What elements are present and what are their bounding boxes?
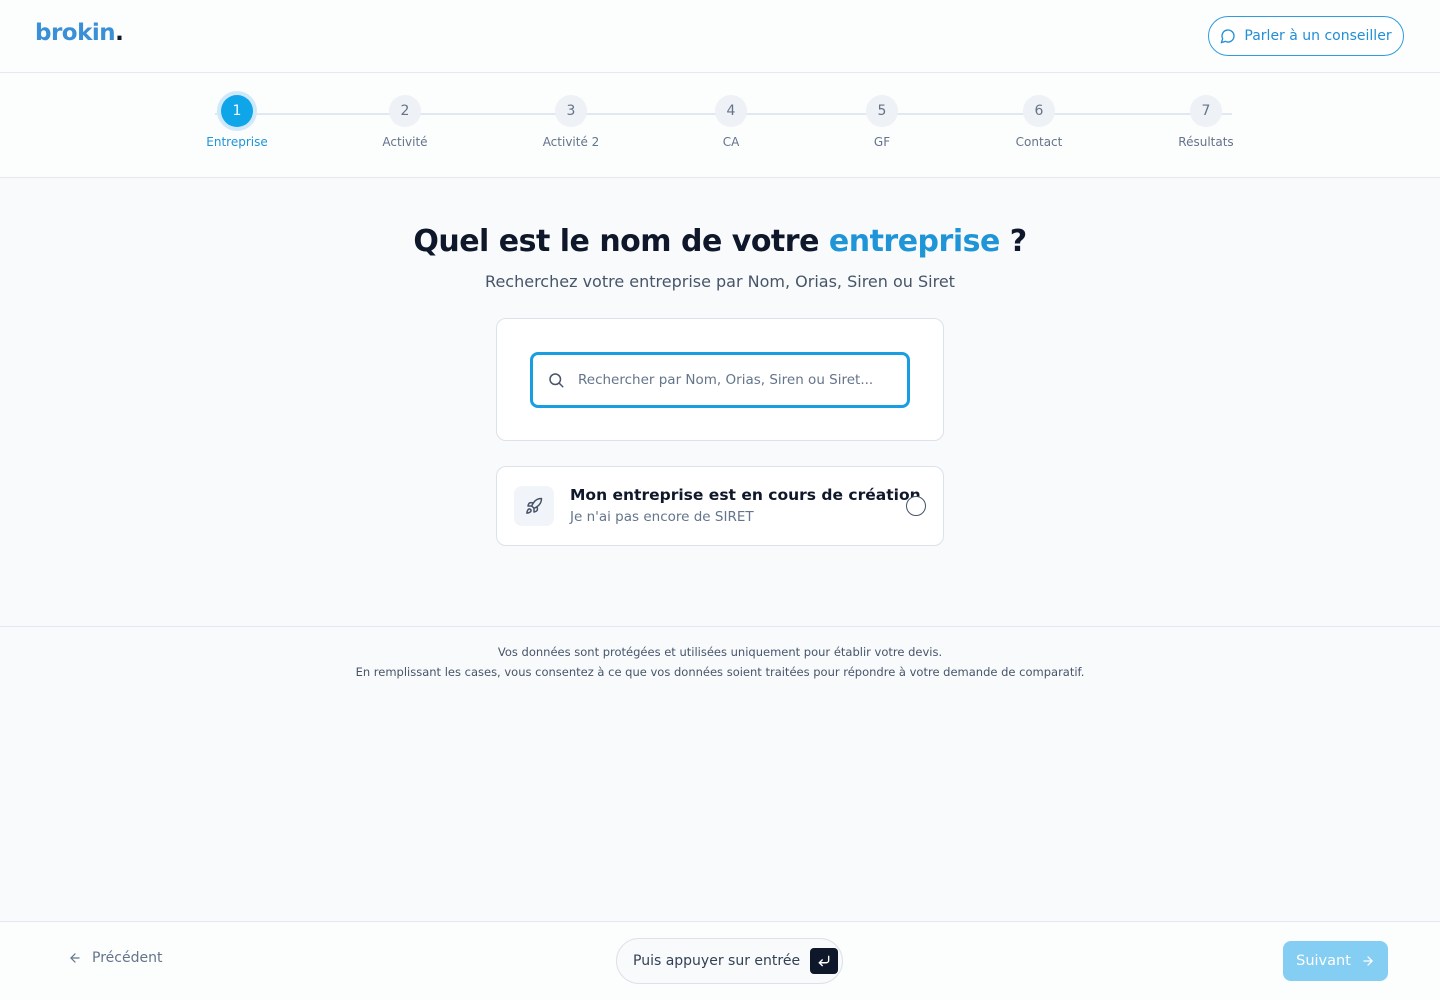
enter-hint-text: Puis appuyer sur entrée xyxy=(633,953,801,969)
enter-key-icon xyxy=(818,955,830,967)
step-label: Activité 2 xyxy=(542,135,600,149)
progress-stepper: 1 Entreprise 2 Activité 3 Activité 2 4 C… xyxy=(0,73,1440,178)
rocket-icon-container xyxy=(514,486,554,526)
step-ca[interactable]: 4 CA xyxy=(671,95,791,149)
step-number: 1 xyxy=(221,95,253,127)
next-button-label: Suivant xyxy=(1296,953,1351,969)
company-in-creation-option[interactable]: Mon entreprise est en cours de création … xyxy=(496,466,944,546)
bottom-navigation: Précédent Puis appuyer sur entrée Suivan… xyxy=(0,921,1440,1000)
rocket-icon xyxy=(526,497,543,514)
page-title: Quel est le nom de votre entreprise ? xyxy=(0,224,1440,259)
step-contact[interactable]: 6 Contact xyxy=(979,95,1099,149)
step-number: 2 xyxy=(389,95,421,127)
advisor-button-label: Parler à un conseiller xyxy=(1244,28,1392,44)
step-label: Résultats xyxy=(1178,135,1234,149)
step-label: Contact xyxy=(1015,135,1063,149)
step-label: Activité xyxy=(382,135,428,149)
privacy-line-1: Vos données sont protégées et utilisées … xyxy=(497,645,943,659)
title-prefix: Quel est le nom de votre xyxy=(413,224,829,259)
creation-option-radio[interactable] xyxy=(906,496,926,516)
page-subtitle: Recherchez votre entreprise par Nom, Ori… xyxy=(485,272,955,291)
logo-text: brokin xyxy=(35,20,116,46)
step-number: 4 xyxy=(715,95,747,127)
company-search-input[interactable] xyxy=(578,372,898,388)
logo-dot: . xyxy=(115,20,124,46)
next-button[interactable]: Suivant xyxy=(1283,941,1388,981)
step-resultats[interactable]: 7 Résultats xyxy=(1146,95,1266,149)
brand-logo[interactable]: brokin. xyxy=(35,20,124,46)
search-icon xyxy=(549,373,564,388)
step-number: 3 xyxy=(555,95,587,127)
arrow-left-icon xyxy=(70,953,80,963)
privacy-notice: Vos données sont protégées et utilisées … xyxy=(0,642,1440,682)
step-gf[interactable]: 5 GF xyxy=(822,95,942,149)
search-box[interactable] xyxy=(530,352,910,408)
enter-key-hint: Puis appuyer sur entrée xyxy=(616,938,843,984)
search-card xyxy=(496,318,944,441)
step-entreprise[interactable]: 1 Entreprise xyxy=(177,95,297,149)
top-header: brokin. Parler à un conseiller xyxy=(0,0,1440,73)
divider xyxy=(0,626,1440,627)
step-label: GF xyxy=(873,135,891,149)
step-activite-2[interactable]: 3 Activité 2 xyxy=(511,95,631,149)
title-accent: entreprise xyxy=(828,224,1000,259)
title-suffix: ? xyxy=(999,224,1027,259)
step-label: Entreprise xyxy=(206,135,268,149)
privacy-line-2: En remplissant les cases, vous consentez… xyxy=(355,665,1085,679)
step-activite[interactable]: 2 Activité xyxy=(345,95,465,149)
talk-to-advisor-button[interactable]: Parler à un conseiller xyxy=(1208,16,1404,56)
arrow-right-icon xyxy=(1363,956,1373,966)
step-label: CA xyxy=(722,135,740,149)
chat-bubble-icon xyxy=(1221,29,1236,44)
previous-button-label: Précédent xyxy=(92,950,163,966)
previous-button[interactable]: Précédent xyxy=(68,950,162,966)
creation-option-title: Mon entreprise est en cours de création xyxy=(570,486,921,504)
creation-option-subtitle: Je n'ai pas encore de SIRET xyxy=(570,509,754,525)
enter-key-badge xyxy=(810,948,839,974)
step-number: 7 xyxy=(1190,95,1222,127)
step-number: 5 xyxy=(866,95,898,127)
step-number: 6 xyxy=(1023,95,1055,127)
